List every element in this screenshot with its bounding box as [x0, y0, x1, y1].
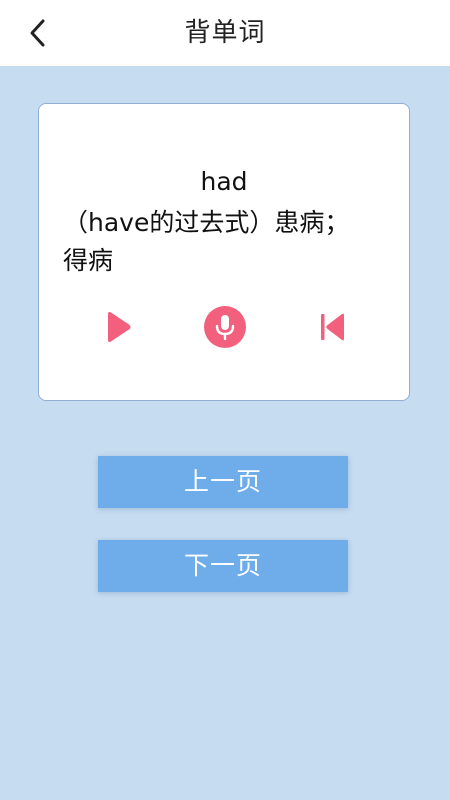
microphone-icon: [215, 315, 235, 341]
play-icon: [108, 312, 131, 342]
top-bar: 背单词: [0, 0, 450, 66]
skip-previous-button[interactable]: [310, 304, 356, 350]
play-button[interactable]: [95, 304, 141, 350]
previous-page-button[interactable]: 上一页: [98, 456, 348, 508]
word-card: had （have的过去式）患病；得病: [38, 103, 410, 401]
microphone-button[interactable]: [202, 304, 248, 350]
microphone-circle: [204, 306, 246, 348]
word-text: had: [200, 167, 248, 196]
skip-previous-icon: [321, 313, 344, 341]
next-page-button[interactable]: 下一页: [98, 540, 348, 592]
page-title: 背单词: [184, 18, 266, 48]
word-meaning: （have的过去式）患病；得病: [63, 208, 350, 275]
